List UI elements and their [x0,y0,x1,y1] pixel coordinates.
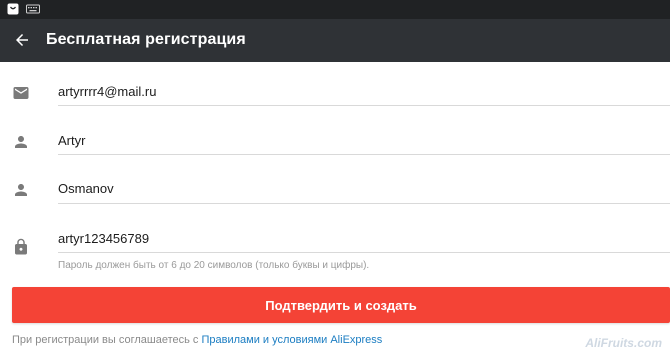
terms-link[interactable]: Правилами и условиями AliExpress [201,334,382,346]
keyboard-icon [26,4,40,14]
email-field[interactable] [58,84,658,99]
arrow-back-icon [16,34,28,46]
person-icon [15,136,27,148]
submit-button-label: Подтвердить и создать [265,297,417,313]
app-toolbar: Бесплатная регистрация [0,19,670,62]
terms-text: При регистрации вы соглашаетесь с Правил… [12,334,382,346]
first-name-row [0,108,670,156]
first-name-underline [58,154,670,155]
status-bar [0,0,670,19]
aliexpress-bag-icon [7,3,19,15]
watermark: AliFruits.com [585,336,662,350]
last-name-row [0,156,670,204]
password-row [0,204,670,256]
password-underline [58,252,670,253]
password-hint: Пароль должен быть от 6 до 20 символов (… [58,260,370,271]
lock-icon [15,238,27,255]
email-field-underline [58,105,670,106]
back-button[interactable] [10,28,34,52]
person-icon [15,184,27,196]
password-field[interactable] [58,231,658,246]
email-icon [13,87,29,99]
page-title: Бесплатная регистрация [46,31,246,48]
first-name-field[interactable] [58,133,658,148]
submit-button[interactable]: Подтвердить и создать [12,287,670,323]
last-name-field[interactable] [58,181,658,196]
terms-prefix: При регистрации вы соглашаетесь с [12,334,202,346]
email-field-row [0,62,670,108]
